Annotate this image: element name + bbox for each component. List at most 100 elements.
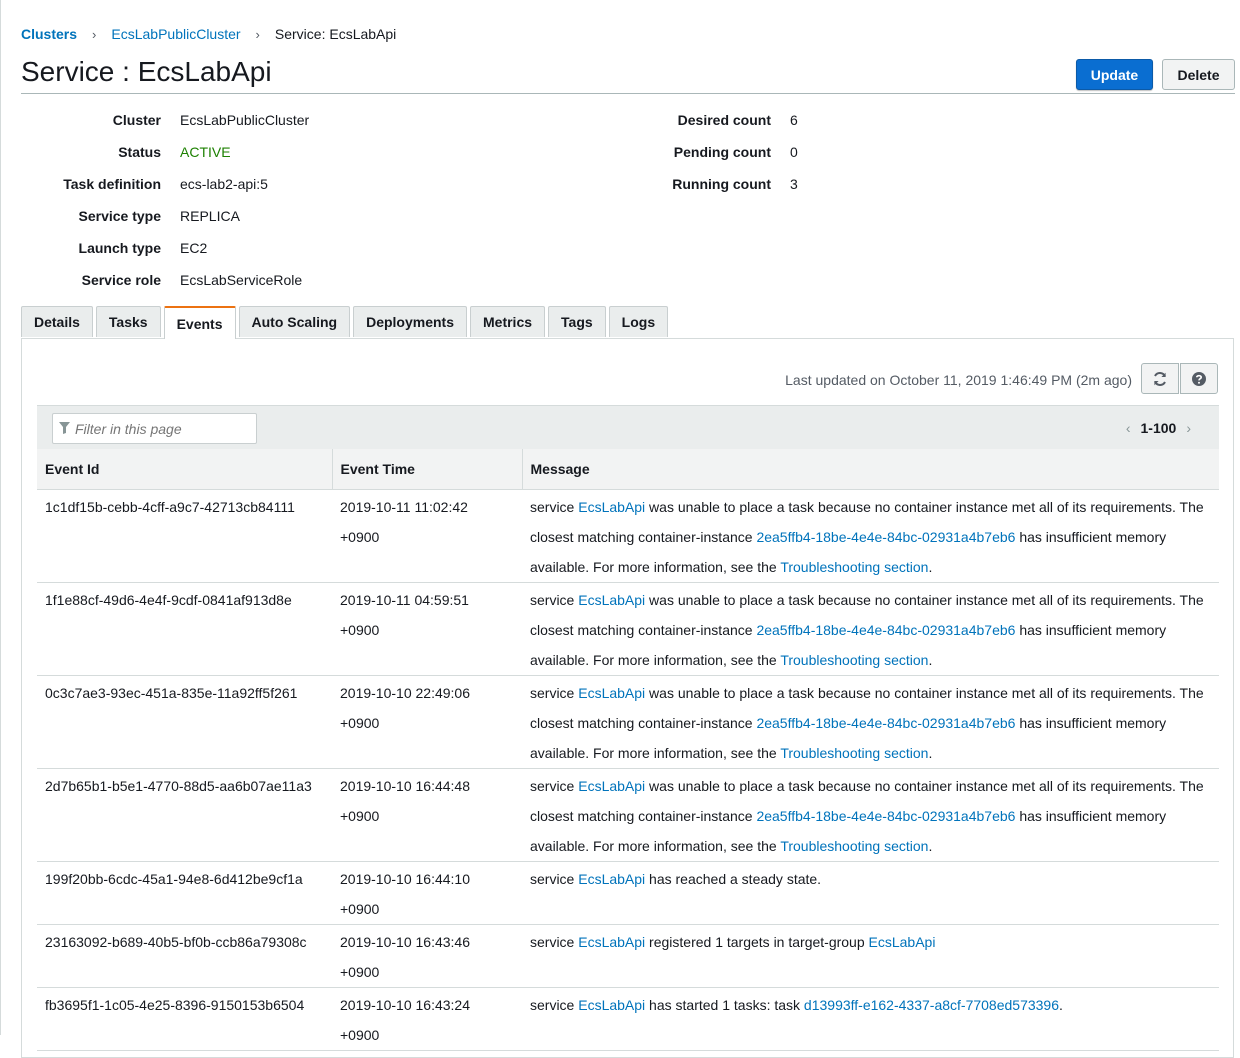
event-message-cell: service EcsLabApi has reached a steady s… [522, 861, 1219, 925]
table-row: 2d7b65b1-b5e1-4770-88d5-aa6b07ae11a3 2019… [37, 768, 1219, 862]
summary-row-launch-type: Launch type EC2 [0, 232, 309, 264]
breadcrumb-cluster-link[interactable]: EcsLabPublicCluster [111, 26, 240, 42]
refresh-button[interactable] [1141, 363, 1179, 394]
breadcrumb-separator-icon: › [255, 26, 260, 42]
tab-metrics[interactable]: Metrics [470, 306, 546, 337]
message-text: . [1059, 996, 1063, 1013]
message-link[interactable]: 2ea5ffb4-18be-4e4e-84bc-02931a4b7eb6 [756, 715, 1015, 731]
table-row: 1c1df15b-cebb-4cff-a9c7-42713cb84111 2019… [37, 489, 1219, 583]
service-role-value: EcsLabServiceRole [180, 272, 303, 288]
table-row: 0c3c7ae3-93ec-451a-835e-11a92ff5f261 2019… [37, 675, 1219, 769]
message-text: service [530, 591, 579, 608]
event-time-cell: 2019-10-10 16:44:10 +0900 [332, 861, 522, 925]
launch-type-value: EC2 [180, 240, 208, 256]
event-id-cell: 199f20bb-6cdc-45a1-94e8-6d412be9cf1a [37, 861, 332, 925]
event-timezone: +0900 [340, 900, 380, 917]
message-link[interactable]: EcsLabApi [578, 592, 645, 608]
message-link[interactable]: 2ea5ffb4-18be-4e4e-84bc-02931a4b7eb6 [756, 808, 1015, 824]
tab-tasks[interactable]: Tasks [95, 306, 161, 337]
tab-logs[interactable]: Logs [608, 306, 669, 337]
message-text: service [530, 777, 579, 794]
event-id-cell: 0c3c7ae3-93ec-451a-835e-11a92ff5f261 [37, 675, 332, 769]
event-message-cell: service EcsLabApi was unable to place a … [522, 582, 1219, 676]
message-link[interactable]: EcsLabApi [869, 934, 936, 950]
refresh-icon [1154, 371, 1166, 386]
event-id-cell: 1f1e88cf-49d6-4e4f-9cdf-0841af913d8e [37, 582, 332, 676]
summary-row-service-role: Service role EcsLabServiceRole [0, 264, 309, 296]
page-title: Service : EcsLabApi [21, 56, 272, 87]
summary-row-desired-count: Desired count 6 [0, 104, 798, 136]
message-text: . [928, 651, 933, 668]
breadcrumb-clusters-link[interactable]: Clusters [21, 26, 77, 42]
service-type-value: REPLICA [180, 208, 240, 224]
event-time: 2019-10-10 16:44:10 [340, 870, 470, 887]
message-link[interactable]: 2ea5ffb4-18be-4e4e-84bc-02931a4b7eb6 [756, 622, 1015, 638]
delete-button[interactable]: Delete [1162, 59, 1235, 90]
event-id-cell: fb3695f1-1c05-4e25-8396-9150153b6504 [37, 987, 332, 1051]
message-link[interactable]: EcsLabApi [578, 871, 645, 887]
event-timezone: +0900 [340, 528, 380, 545]
tab-tags[interactable]: Tags [548, 306, 606, 337]
message-text: service [530, 870, 579, 887]
tab-deployments[interactable]: Deployments [353, 306, 467, 337]
summary-label: Running count [672, 176, 771, 192]
tab-auto-scaling[interactable]: Auto Scaling [238, 306, 351, 337]
column-header-event-time[interactable]: Event Time [332, 449, 523, 490]
table-row: 1f1e88cf-49d6-4e4f-9cdf-0841af913d8e 2019… [37, 582, 1219, 676]
message-link[interactable]: d13993ff-e162-4337-a8cf-7708ed573396 [804, 997, 1059, 1013]
event-time-cell: 2019-10-10 16:44:48 +0900 [332, 768, 522, 862]
event-message-cell: service EcsLabApi was unable to place a … [522, 489, 1219, 583]
breadcrumb-separator-icon: › [92, 26, 97, 42]
help-icon [1192, 371, 1206, 386]
message-text: service [530, 684, 579, 701]
message-link[interactable]: EcsLabApi [578, 778, 645, 794]
event-id-cell: 1c1df15b-cebb-4cff-a9c7-42713cb84111 [37, 489, 332, 583]
next-page-icon[interactable]: › [1186, 420, 1191, 436]
pending-count-value: 0 [790, 144, 798, 160]
event-message-cell: service EcsLabApi was unable to place a … [522, 675, 1219, 769]
summary-row-service-type: Service type REPLICA [0, 200, 309, 232]
event-id-cell: 2d7b65b1-b5e1-4770-88d5-aa6b07ae11a3 [37, 768, 332, 862]
message-text: service [530, 498, 579, 515]
tab-events[interactable]: Events [163, 306, 236, 339]
table-row: 199f20bb-6cdc-45a1-94e8-6d412be9cf1a 2019… [37, 861, 1219, 925]
summary-label: Service role [81, 272, 161, 288]
message-text: has started 1 tasks: task [645, 996, 804, 1013]
column-header-message[interactable]: Message [522, 449, 1219, 490]
breadcrumb-current: Service: EcsLabApi [274, 26, 397, 42]
previous-page-icon[interactable]: ‹ [1126, 420, 1131, 436]
summary-row-running-count: Running count 3 [0, 168, 798, 200]
table-row: fb3695f1-1c05-4e25-8396-9150153b6504 2019… [37, 987, 1219, 1051]
message-link[interactable]: EcsLabApi [578, 997, 645, 1013]
message-link[interactable]: Troubleshooting section [780, 838, 928, 854]
summary-label: Desired count [677, 112, 771, 128]
message-link[interactable]: EcsLabApi [578, 499, 645, 515]
event-timezone: +0900 [340, 714, 380, 731]
event-time-cell: 2019-10-10 16:43:24 +0900 [332, 987, 522, 1051]
event-time: 2019-10-11 04:59:51 [340, 591, 469, 608]
help-button[interactable] [1180, 363, 1218, 394]
event-time: 2019-10-10 16:43:46 [340, 933, 470, 950]
desired-count-value: 6 [790, 112, 798, 128]
summary-label: Pending count [673, 144, 771, 160]
message-link[interactable]: Troubleshooting section [780, 745, 928, 761]
event-timezone: +0900 [340, 807, 380, 824]
page-range: 1-100 [1140, 420, 1177, 436]
message-text: has reached a steady state. [645, 870, 822, 887]
update-button[interactable]: Update [1076, 59, 1153, 90]
message-link[interactable]: 2ea5ffb4-18be-4e4e-84bc-02931a4b7eb6 [756, 529, 1015, 545]
title-divider [21, 93, 1235, 94]
event-timezone: +0900 [340, 963, 380, 980]
table-row: 23163092-b689-40b5-bf0b-ccb86a79308c 2019… [37, 924, 1219, 988]
message-text: registered 1 targets in target-group [645, 933, 869, 950]
message-link[interactable]: EcsLabApi [578, 685, 645, 701]
message-link[interactable]: EcsLabApi [578, 934, 645, 950]
message-link[interactable]: Troubleshooting section [780, 559, 928, 575]
filter-input[interactable] [52, 413, 257, 444]
tab-details[interactable]: Details [21, 306, 93, 337]
message-link[interactable]: Troubleshooting section [780, 652, 928, 668]
column-header-event-id[interactable]: Event Id [37, 449, 333, 490]
event-time: 2019-10-10 22:49:06 [340, 684, 470, 701]
pagination: ‹ 1-100 › [1116, 420, 1201, 436]
message-text: service [530, 996, 579, 1013]
